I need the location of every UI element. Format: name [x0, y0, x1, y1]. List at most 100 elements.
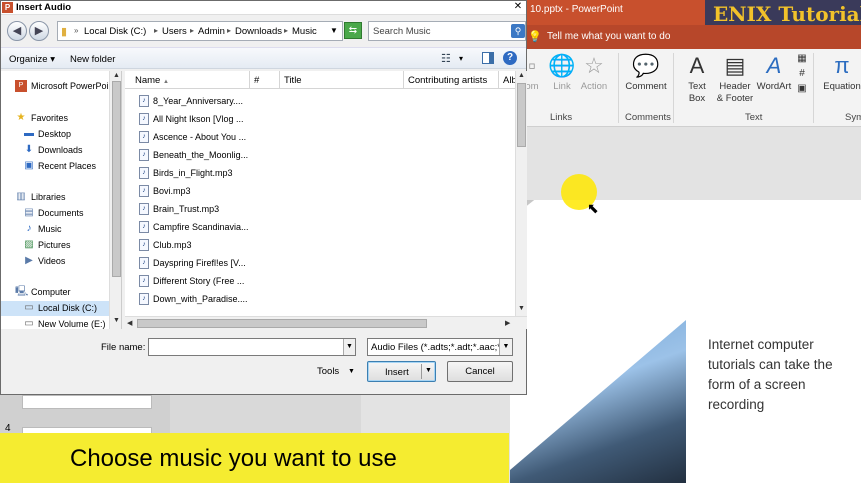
- list-item[interactable]: ♪ Brain_Trust.mp3: [137, 201, 249, 219]
- help-icon[interactable]: ?: [503, 51, 517, 65]
- ribbon-separator: [618, 53, 619, 123]
- link-button[interactable]: 🌐 Link: [548, 51, 576, 93]
- list-item[interactable]: ♪ Campfire Scandinavia...: [137, 219, 249, 237]
- slide-canvas[interactable]: Internet computer tutorials can take the…: [510, 200, 861, 483]
- list-item[interactable]: ♪ Different Story (Free ...: [137, 273, 249, 291]
- chevron-down-icon[interactable]: ▼: [499, 339, 512, 355]
- nav-item-recent-places[interactable]: ▣ Recent Places: [1, 159, 109, 174]
- nav-item-libraries[interactable]: ▥ Libraries: [1, 190, 109, 205]
- scroll-up-icon[interactable]: ▲: [113, 72, 120, 79]
- breadcrumb-music[interactable]: Music: [292, 26, 317, 37]
- breadcrumb-admin[interactable]: Admin: [198, 26, 225, 37]
- nav-item-downloads[interactable]: ⬇ Downloads: [1, 143, 109, 158]
- search-icon[interactable]: ⚲: [511, 24, 525, 38]
- scroll-down-icon[interactable]: ▼: [518, 305, 525, 312]
- view-options-icon[interactable]: ☷: [441, 52, 451, 65]
- list-item[interactable]: ♪ Dayspring Firefl!es [V...: [137, 255, 249, 273]
- insert-button[interactable]: Insert ▼: [367, 361, 436, 382]
- dialog-title: Insert Audio: [16, 2, 72, 13]
- small-text-tools[interactable]: ▦ # ▣: [795, 51, 809, 96]
- split-divider: [421, 364, 422, 379]
- list-item[interactable]: ♪ Birds_in_Flight.mp3: [137, 165, 249, 183]
- nav-item-music[interactable]: ♪ Music: [1, 222, 109, 237]
- wordart-icon: A: [766, 53, 782, 78]
- column-header-number[interactable]: #: [250, 71, 280, 89]
- header-footer-button[interactable]: ▤ Header & Footer: [714, 51, 756, 105]
- column-header-artists[interactable]: Contributing artists: [404, 71, 499, 89]
- column-header-name[interactable]: Name ▲: [131, 71, 250, 89]
- close-icon[interactable]: ✕: [511, 1, 525, 14]
- nav-item-favorites[interactable]: ★ Favorites: [1, 111, 109, 126]
- list-item[interactable]: ♪ Beneath_the_Moonlig...: [137, 147, 249, 165]
- ribbon-group-comments: Comments: [625, 112, 671, 123]
- text-box-button[interactable]: A Text Box: [682, 51, 712, 105]
- breadcrumb-local-disk[interactable]: Local Disk (C:): [84, 26, 146, 37]
- chevron-down-icon[interactable]: ▼: [330, 26, 338, 35]
- nav-item-powerpoint[interactable]: P Microsoft PowerPoint: [1, 79, 109, 94]
- chevron-down-icon[interactable]: ▼: [425, 367, 432, 374]
- tell-me-text[interactable]: Tell me what you want to do: [547, 31, 670, 42]
- action-button[interactable]: ☆ Action: [578, 51, 610, 93]
- nav-item-pictures[interactable]: ▨ Pictures: [1, 238, 109, 253]
- chevron-right-icon[interactable]: ▸: [284, 26, 288, 35]
- column-header-title[interactable]: Title: [280, 71, 404, 89]
- slide-thumbnail[interactable]: [22, 395, 152, 409]
- mouse-cursor-icon: ⬉: [587, 200, 599, 216]
- nav-item-new-volume[interactable]: ▭ New Volume (E:): [1, 317, 109, 329]
- cancel-button[interactable]: Cancel: [447, 361, 513, 382]
- list-item[interactable]: ♪ Down_with_Paradise....: [137, 291, 249, 309]
- comment-button[interactable]: 💬 Comment: [623, 51, 669, 93]
- forward-button[interactable]: ▶: [29, 21, 49, 41]
- list-item[interactable]: ♪ Bovi.mp3: [137, 183, 249, 201]
- slide-skyscraper-photo[interactable]: [510, 320, 686, 483]
- refresh-button[interactable]: ⇆: [344, 22, 362, 39]
- file-name-field[interactable]: [148, 338, 356, 356]
- equation-button[interactable]: π Equation: [822, 51, 861, 93]
- slide-body-text[interactable]: Internet computer tutorials can take the…: [708, 335, 858, 415]
- tools-button[interactable]: Tools: [317, 366, 339, 377]
- search-input[interactable]: Search Music ⚲: [368, 21, 526, 41]
- back-button[interactable]: ◀: [7, 21, 27, 41]
- breadcrumb-downloads[interactable]: Downloads: [235, 26, 282, 37]
- scroll-down-icon[interactable]: ▼: [113, 317, 120, 324]
- chevron-down-icon[interactable]: ▼: [343, 339, 355, 355]
- nav-item-documents[interactable]: ▤ Documents: [1, 206, 109, 221]
- audio-file-icon: ♪: [139, 113, 149, 125]
- list-item[interactable]: ♪ Club.mp3: [137, 237, 249, 255]
- chevron-right-icon[interactable]: ▸: [154, 26, 158, 35]
- dialog-titlebar[interactable]: P Insert Audio ✕: [1, 1, 526, 15]
- organize-button[interactable]: Organize ▾: [9, 54, 55, 65]
- scrollbar-thumb[interactable]: [112, 81, 121, 277]
- file-type-filter[interactable]: Audio Files (*.adts;*.adt;*.aac;*.: [367, 338, 513, 356]
- breadcrumb-users[interactable]: Users: [162, 26, 187, 37]
- nav-scrollbar[interactable]: ▲ ▼: [109, 71, 121, 329]
- list-item[interactable]: ♪ 8_Year_Anniversary....: [137, 93, 249, 111]
- scroll-left-icon[interactable]: ◀: [127, 319, 132, 327]
- list-item[interactable]: ♪ Ascence - About You ...: [137, 129, 249, 147]
- chevron-right-icon: »: [74, 26, 79, 35]
- file-list-vscrollbar[interactable]: ▲ ▼: [515, 71, 527, 316]
- file-list-hscrollbar[interactable]: ◀ ▶: [125, 316, 527, 329]
- scrollbar-thumb[interactable]: [137, 319, 427, 328]
- scroll-right-icon[interactable]: ▶: [505, 319, 510, 327]
- address-bar[interactable]: ▮ » Local Disk (C:) ▸ Users ▸ Admin ▸ Do…: [57, 21, 343, 41]
- preview-pane-icon[interactable]: [482, 52, 494, 64]
- column-header-album[interactable]: Alb: [499, 71, 515, 89]
- search-placeholder[interactable]: Search Music: [373, 26, 431, 37]
- tell-me-bar[interactable]: 💡 Tell me what you want to do: [510, 25, 861, 49]
- scroll-up-icon[interactable]: ▲: [518, 72, 525, 79]
- computer-icon: 🖳: [15, 286, 29, 297]
- scrollbar-thumb[interactable]: [517, 83, 526, 147]
- nav-item-computer[interactable]: 🖳 Computer: [1, 285, 109, 300]
- nav-item-videos[interactable]: ▶ Videos: [1, 254, 109, 269]
- chevron-down-icon[interactable]: ▼: [348, 368, 355, 375]
- chevron-right-icon[interactable]: ▸: [190, 26, 194, 35]
- nav-item-desktop[interactable]: ▬ Desktop: [1, 127, 109, 142]
- chevron-down-icon[interactable]: ▾: [459, 54, 463, 63]
- nav-item-local-disk[interactable]: ▭ Local Disk (C:): [1, 301, 109, 316]
- powerpoint-title: 10.pptx - PowerPoint: [530, 4, 623, 15]
- list-item[interactable]: ♪ All Night Ikson [Vlog ...: [137, 111, 249, 129]
- wordart-button[interactable]: A WordArt: [755, 51, 793, 93]
- chevron-right-icon[interactable]: ▸: [227, 26, 231, 35]
- new-folder-button[interactable]: New folder: [70, 54, 115, 65]
